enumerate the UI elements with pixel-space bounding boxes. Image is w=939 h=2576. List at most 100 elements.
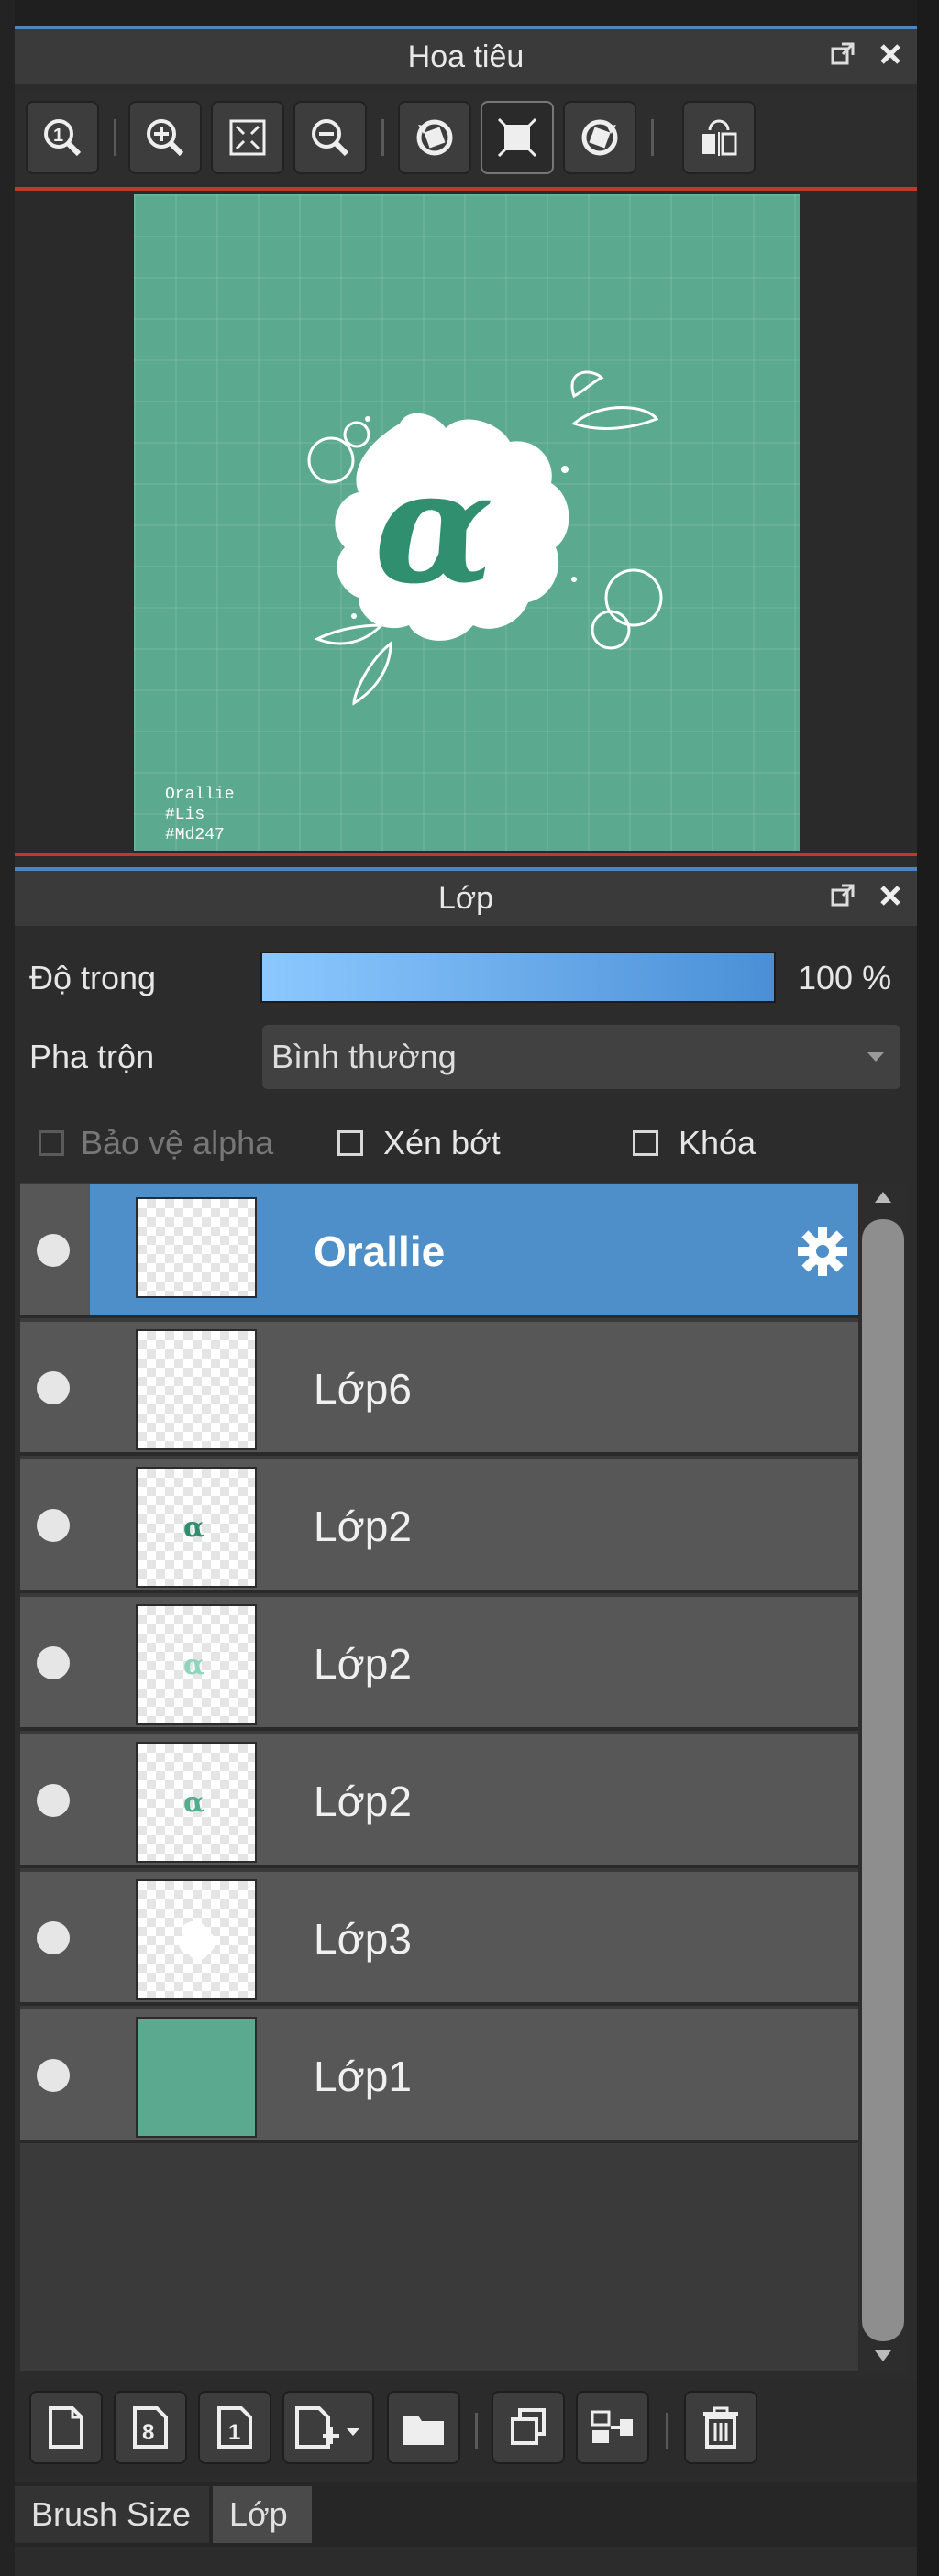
toolbar-separator: [381, 119, 384, 156]
fit-to-window-button[interactable]: [211, 101, 284, 174]
add-layer-menu-button[interactable]: [282, 2391, 374, 2464]
protect-alpha-box: [39, 1130, 64, 1156]
layer-name: Lớp2: [314, 1640, 412, 1688]
visibility-toggle-icon[interactable]: [37, 1784, 70, 1817]
layer-row[interactable]: α Lớp2: [20, 1459, 858, 1593]
window-left-edge: [0, 0, 15, 2576]
clip-checkbox[interactable]: Xén bớt: [337, 1124, 501, 1162]
layers-header: Lớp: [15, 867, 917, 926]
svg-text:α: α: [183, 1787, 204, 1819]
scroll-down-icon[interactable]: [873, 2349, 893, 2363]
visibility-toggle-icon[interactable]: [37, 1371, 70, 1404]
rotate-left-button[interactable]: [398, 101, 471, 174]
layer-name: Lớp1: [314, 2053, 412, 2100]
merge-down-button[interactable]: [576, 2391, 649, 2464]
undock-icon[interactable]: [827, 880, 858, 911]
fit-to-window-icon: [229, 119, 266, 156]
visibility-toggle-icon[interactable]: [37, 2059, 70, 2092]
layer-name: Lớp2: [314, 1778, 412, 1825]
navigator-preview[interactable]: α Orallie #Lis #Md247: [15, 187, 917, 856]
new-1bit-layer-icon: 1: [217, 2406, 252, 2449]
navigator-toolbar: 1: [15, 92, 917, 183]
rotate-left-icon: [416, 119, 453, 156]
close-icon[interactable]: [875, 39, 906, 70]
toolbar-separator: [651, 119, 654, 156]
new-8bit-layer-button[interactable]: 8: [114, 2391, 187, 2464]
visibility-toggle-icon[interactable]: [37, 1646, 70, 1679]
layer-row[interactable]: Lớp6: [20, 1322, 858, 1456]
new-folder-button[interactable]: [387, 2391, 460, 2464]
rotate-right-button[interactable]: [563, 101, 636, 174]
blend-mode-label: Pha trộn: [29, 1038, 155, 1075]
flip-horizontal-button[interactable]: [682, 101, 756, 174]
toolbar-separator: [666, 2413, 668, 2449]
layer-thumbnail: [136, 2017, 257, 2138]
close-icon[interactable]: [875, 880, 906, 911]
canvas-preview[interactable]: α Orallie #Lis #Md247: [134, 194, 800, 851]
duplicate-layer-button[interactable]: [492, 2391, 565, 2464]
protect-alpha-checkbox[interactable]: Bảo vệ alpha: [39, 1124, 273, 1162]
merge-down-icon: [591, 2410, 633, 2443]
toolbar-separator: [475, 2413, 478, 2449]
zoom-actual-size-button[interactable]: 1: [26, 101, 99, 174]
visibility-toggle-icon[interactable]: [37, 1921, 70, 1954]
layer-thumbnail: α: [136, 1604, 257, 1725]
navigator-header: Hoa tiêu: [15, 26, 917, 84]
rotate-right-icon: [581, 119, 618, 156]
panel-tab-bar: Brush Size Lớp: [15, 2482, 917, 2547]
opacity-slider[interactable]: [260, 952, 776, 1003]
opacity-value: 100 %: [798, 959, 892, 996]
svg-text:α: α: [183, 1512, 204, 1544]
zoom-actual-size-icon: 1: [44, 119, 82, 157]
gear-icon[interactable]: [794, 1223, 851, 1280]
window-top-edge: [0, 0, 939, 26]
blend-mode-value: Bình thường: [271, 1038, 457, 1075]
scroll-up-icon[interactable]: [873, 1190, 893, 1205]
undock-icon[interactable]: [827, 39, 858, 70]
layer-row[interactable]: Lớp1: [20, 2009, 858, 2143]
fit-canvas-button[interactable]: [481, 101, 554, 174]
layer-actions-toolbar: 8 1: [15, 2380, 917, 2475]
zoom-out-button[interactable]: [293, 101, 367, 174]
protect-alpha-label: Bảo vệ alpha: [81, 1124, 274, 1161]
layer-name: Lớp2: [314, 1503, 412, 1550]
flip-horizontal-icon: [702, 119, 737, 156]
layer-row[interactable]: Orallie: [20, 1184, 858, 1318]
new-1bit-layer-button[interactable]: 1: [198, 2391, 271, 2464]
zoom-in-button[interactable]: [128, 101, 202, 174]
layer-name: Lớp6: [314, 1365, 412, 1413]
svg-text:α: α: [183, 1649, 204, 1681]
visibility-toggle-icon[interactable]: [37, 1234, 70, 1267]
layer-thumbnail: α: [136, 1467, 257, 1588]
new-layer-button[interactable]: [29, 2391, 103, 2464]
visibility-toggle-icon[interactable]: [37, 1509, 70, 1542]
artwork-illustration: α: [307, 370, 663, 706]
zoom-in-icon: [147, 119, 184, 157]
svg-text:1: 1: [53, 126, 63, 146]
delete-layer-button[interactable]: [684, 2391, 757, 2464]
layer-name: Lớp3: [314, 1915, 412, 1963]
clip-box: [337, 1130, 363, 1156]
svg-text:8: 8: [142, 2420, 154, 2445]
duplicate-layer-icon: [511, 2408, 546, 2445]
lock-checkbox[interactable]: Khóa: [633, 1124, 756, 1162]
chevron-down-icon: [867, 1052, 884, 1062]
navigator-title: Hoa tiêu: [407, 39, 525, 74]
artwork-caption-line: #Lis: [165, 806, 205, 824]
layer-row[interactable]: α Lớp2: [20, 1734, 858, 1868]
tab-layer[interactable]: Lớp: [213, 2486, 312, 2543]
fit-canvas-icon: [497, 117, 537, 158]
lock-label: Khóa: [679, 1124, 757, 1161]
artwork-caption-line: Orallie: [165, 786, 235, 804]
layer-row[interactable]: α Lớp2: [20, 1597, 858, 1731]
scrollbar-thumb[interactable]: [862, 1219, 904, 2341]
layer-row[interactable]: Lớp3: [20, 1872, 858, 2006]
layer-thumbnail: [136, 1879, 257, 2000]
layer-list-scrollbar[interactable]: [858, 1183, 908, 2374]
tab-brush-size[interactable]: Brush Size: [15, 2486, 209, 2543]
delete-layer-icon: [703, 2406, 738, 2449]
blend-mode-select[interactable]: Bình thường: [262, 1025, 900, 1089]
svg-text:α: α: [374, 435, 494, 619]
new-8bit-layer-icon: 8: [133, 2406, 168, 2449]
layer-thumbnail: [136, 1329, 257, 1450]
